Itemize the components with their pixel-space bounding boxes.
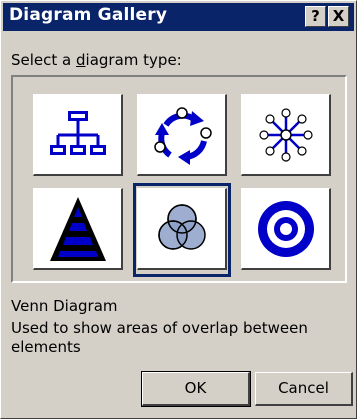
selected-diagram-name: Venn Diagram <box>11 297 118 315</box>
target-icon <box>258 201 314 257</box>
ok-button[interactable]: OK <box>141 371 251 407</box>
gallery-item-target[interactable] <box>241 188 331 270</box>
close-button[interactable]: X <box>328 6 349 27</box>
gallery-item-radial[interactable] <box>241 94 331 176</box>
diagram-type-label: Select a diagram type: <box>11 51 182 69</box>
prompt-mnemonic: d <box>76 51 86 69</box>
diagram-gallery <box>11 75 347 283</box>
gallery-item-cycle[interactable] <box>137 94 227 176</box>
gallery-item-organization-chart[interactable] <box>33 94 123 176</box>
radial-icon <box>259 108 313 162</box>
org-chart-icon <box>50 111 106 155</box>
gallery-item-venn[interactable] <box>137 188 227 270</box>
venn-icon <box>158 204 206 250</box>
title-bar[interactable]: Diagram Gallery ? X <box>3 3 354 31</box>
help-button[interactable]: ? <box>305 6 326 27</box>
prompt-text-after: iagram type: <box>85 51 182 69</box>
cancel-button[interactable]: Cancel <box>255 372 353 406</box>
diagram-gallery-dialog: Diagram Gallery ? X Select a diagram typ… <box>0 0 357 419</box>
cycle-icon <box>154 107 212 165</box>
dialog-title: Diagram Gallery <box>9 5 168 25</box>
pyramid-icon <box>50 197 106 261</box>
prompt-text-before: Select a <box>11 51 77 69</box>
selected-diagram-description: Used to show areas of overlap between el… <box>11 319 308 356</box>
gallery-item-pyramid[interactable] <box>33 188 123 270</box>
